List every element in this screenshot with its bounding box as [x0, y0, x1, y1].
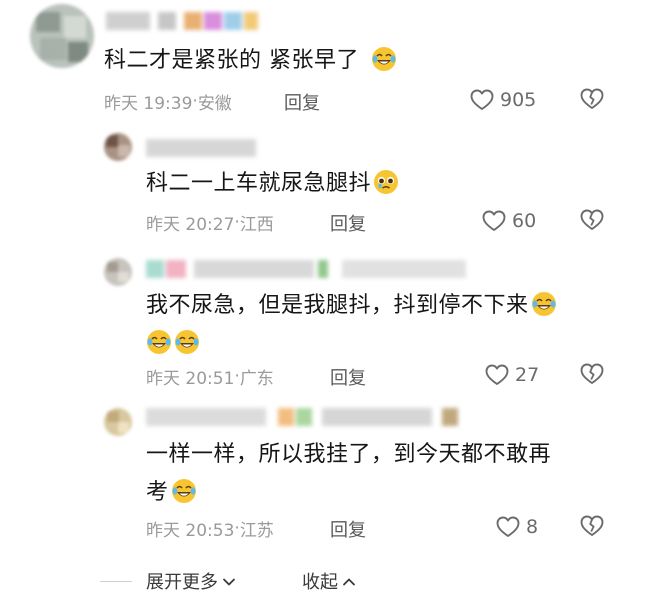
comment-text: 一样一样，所以我挂了，到今天都不敢再 考	[146, 436, 606, 512]
username-blurred[interactable]	[146, 260, 466, 278]
like-button[interactable]: 60	[482, 208, 536, 234]
broken-heart-icon	[580, 209, 604, 235]
comment-meta: 昨天 20:51·广东 回复	[146, 364, 616, 390]
comment-text-body: 科二才是紧张的 紧张早了	[104, 48, 359, 73]
broken-heart-icon	[580, 515, 604, 541]
laughing-crying-emoji	[146, 329, 172, 355]
heart-icon	[485, 364, 509, 386]
reply-button[interactable]: 回复	[330, 210, 366, 236]
comment-text: 科二才是紧张的 紧张早了	[104, 42, 397, 80]
comment-meta: 昨天 19:39·安徽 回复	[104, 89, 624, 115]
replies-footer: 展开更多 收起	[0, 566, 660, 596]
location: 广东	[239, 369, 274, 389]
heart-icon	[482, 210, 506, 232]
laughing-crying-emoji	[371, 46, 397, 72]
timestamp: 昨天 20:51	[146, 369, 235, 389]
comment-line: 考	[146, 474, 606, 512]
dislike-button[interactable]	[580, 209, 604, 235]
username-blurred[interactable]	[106, 12, 258, 30]
chevron-up-icon	[342, 571, 356, 592]
expand-more-label: 展开更多	[146, 572, 218, 593]
heart-icon	[496, 516, 520, 538]
reply-item: 一样一样，所以我挂了，到今天都不敢再 考 昨天 20:53·江苏 回复 8	[0, 400, 660, 550]
avatar[interactable]	[104, 408, 132, 436]
broken-heart-icon	[580, 363, 604, 389]
timestamp: 昨天 20:53	[146, 521, 235, 541]
reply-button[interactable]: 回复	[284, 89, 320, 115]
like-count: 27	[515, 364, 540, 386]
comment-line: 我不尿急，但是我腿抖，抖到停不下来	[146, 287, 596, 325]
comment-line: 一样一样，所以我挂了，到今天都不敢再	[146, 442, 552, 467]
reply-item: 我不尿急，但是我腿抖，抖到停不下来 昨天 20:51·广东 回复 27	[0, 250, 660, 395]
chevron-down-icon	[222, 571, 236, 592]
reply-button[interactable]: 回复	[330, 364, 366, 390]
reply-item: 科二一上车就尿急腿抖 昨天 20:27·江西 回复 60	[0, 125, 660, 240]
heart-icon	[470, 89, 494, 111]
like-button[interactable]: 27	[485, 362, 539, 388]
like-count: 8	[526, 516, 539, 538]
comment-line	[146, 325, 596, 363]
comment-text-body: 考	[146, 480, 169, 505]
location: 江西	[239, 215, 274, 235]
location: 江苏	[239, 521, 274, 541]
avatar[interactable]	[104, 133, 132, 161]
timestamp: 昨天 19:39	[104, 94, 193, 114]
comment-item: 科二才是紧张的 紧张早了 昨天 19:39·安徽 回复 905	[0, 0, 660, 115]
laughing-crying-emoji	[171, 478, 197, 504]
dislike-button[interactable]	[580, 515, 604, 541]
comment-text-body: 我不尿急，但是我腿抖，抖到停不下来	[146, 293, 529, 318]
like-count: 60	[512, 210, 537, 232]
reply-button[interactable]: 回复	[330, 516, 366, 542]
expand-more-button[interactable]: 展开更多	[146, 568, 236, 594]
like-count: 905	[500, 89, 537, 111]
laughing-crying-emoji	[531, 291, 557, 317]
location: 安徽	[197, 94, 232, 114]
collapse-button[interactable]: 收起	[302, 568, 356, 594]
avatar[interactable]	[30, 4, 94, 68]
comment-text-body: 科二一上车就尿急腿抖	[146, 171, 372, 196]
laughing-crying-emoji	[174, 329, 200, 355]
broken-heart-icon	[580, 88, 604, 114]
comment-meta: 昨天 20:27·江西 回复	[146, 210, 616, 236]
username-blurred[interactable]	[146, 408, 462, 426]
username-blurred[interactable]	[146, 139, 256, 157]
like-button[interactable]: 905	[470, 87, 536, 113]
divider	[100, 581, 132, 582]
comment-text: 科二一上车就尿急腿抖	[146, 165, 399, 203]
comment-meta: 昨天 20:53·江苏 回复	[146, 516, 616, 542]
comment-text: 我不尿急，但是我腿抖，抖到停不下来	[146, 287, 596, 363]
timestamp: 昨天 20:27	[146, 215, 235, 235]
dislike-button[interactable]	[580, 88, 604, 114]
like-button[interactable]: 8	[496, 514, 538, 540]
pleading-face-emoji	[373, 169, 399, 195]
collapse-label: 收起	[302, 572, 338, 593]
avatar[interactable]	[104, 258, 132, 286]
dislike-button[interactable]	[580, 363, 604, 389]
